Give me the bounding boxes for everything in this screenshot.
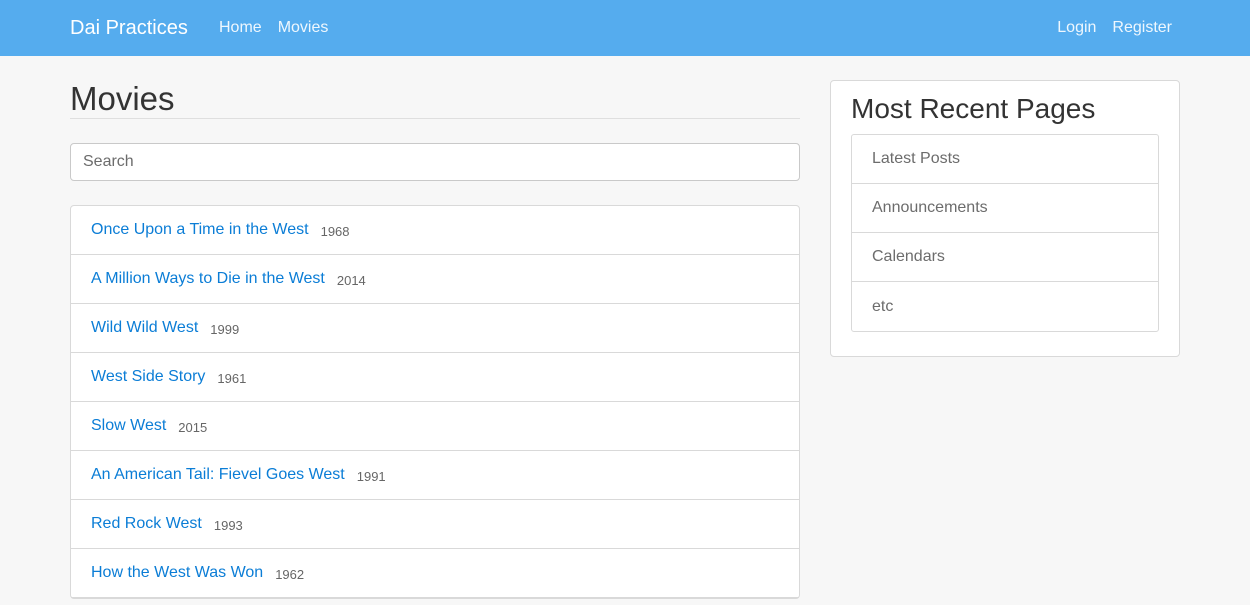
sidebar-item-etc[interactable]: etc bbox=[852, 282, 1158, 331]
recent-pages-list: Latest Posts Announcements Calendars etc bbox=[851, 134, 1159, 332]
movie-title-link[interactable]: An American Tail: Fievel Goes West bbox=[91, 466, 345, 484]
nav-movies-link[interactable]: Movies bbox=[270, 18, 337, 38]
movie-year: 1993 bbox=[213, 517, 243, 533]
page-title: Movies bbox=[70, 80, 800, 119]
movie-title-link[interactable]: A Million Ways to Die in the West bbox=[91, 270, 325, 288]
sidebar-item-calendars[interactable]: Calendars bbox=[852, 233, 1158, 282]
list-item: An American Tail: Fievel Goes West 1991 bbox=[71, 451, 799, 500]
search-input[interactable] bbox=[70, 143, 800, 181]
list-item: Red Rock West 1993 bbox=[71, 500, 799, 549]
movie-year: 1961 bbox=[217, 370, 247, 386]
movie-title-link[interactable]: Wild Wild West bbox=[91, 319, 198, 337]
nav-register-link[interactable]: Register bbox=[1104, 18, 1180, 38]
movie-year: 1991 bbox=[356, 468, 386, 484]
list-item: West Side Story 1961 bbox=[71, 353, 799, 402]
list-item: How the West Was Won 1962 bbox=[71, 549, 799, 598]
nav-login-link[interactable]: Login bbox=[1049, 18, 1104, 38]
list-item: Once Upon a Time in the West 1968 bbox=[71, 206, 799, 255]
movie-year: 1968 bbox=[320, 223, 350, 239]
movie-title-link[interactable]: Slow West bbox=[91, 417, 166, 435]
movie-title-link[interactable]: West Side Story bbox=[91, 368, 205, 386]
movie-year: 2014 bbox=[336, 272, 366, 288]
main-content: Movies Once Upon a Time in the West 1968… bbox=[70, 80, 800, 599]
sidebar-item-announcements[interactable]: Announcements bbox=[852, 184, 1158, 233]
sidebar-title: Most Recent Pages bbox=[851, 93, 1096, 124]
sidebar-item-latest-posts[interactable]: Latest Posts bbox=[852, 135, 1158, 184]
movie-list: Once Upon a Time in the West 1968 A Mill… bbox=[70, 205, 800, 599]
top-navbar: Dai Practices Home Movies Login Register bbox=[0, 0, 1250, 56]
list-item: A Million Ways to Die in the West 2014 bbox=[71, 255, 799, 304]
list-item: Wild Wild West 1999 bbox=[71, 304, 799, 353]
movie-title-link[interactable]: Once Upon a Time in the West bbox=[91, 221, 309, 239]
movie-year: 1999 bbox=[210, 321, 240, 337]
movie-title-link[interactable]: Red Rock West bbox=[91, 515, 202, 533]
list-item: Slow West 2015 bbox=[71, 402, 799, 451]
brand-link[interactable]: Dai Practices bbox=[70, 16, 188, 40]
nav-left: Home Movies bbox=[211, 18, 336, 38]
movie-title-link[interactable]: How the West Was Won bbox=[91, 564, 263, 582]
nav-home-link[interactable]: Home bbox=[211, 18, 270, 38]
movie-year: 1962 bbox=[275, 566, 305, 582]
recent-pages-sidebar: Most Recent Pages Latest Posts Announcem… bbox=[830, 80, 1180, 357]
movie-year: 2015 bbox=[178, 419, 208, 435]
nav-right: Login Register bbox=[1049, 18, 1180, 38]
